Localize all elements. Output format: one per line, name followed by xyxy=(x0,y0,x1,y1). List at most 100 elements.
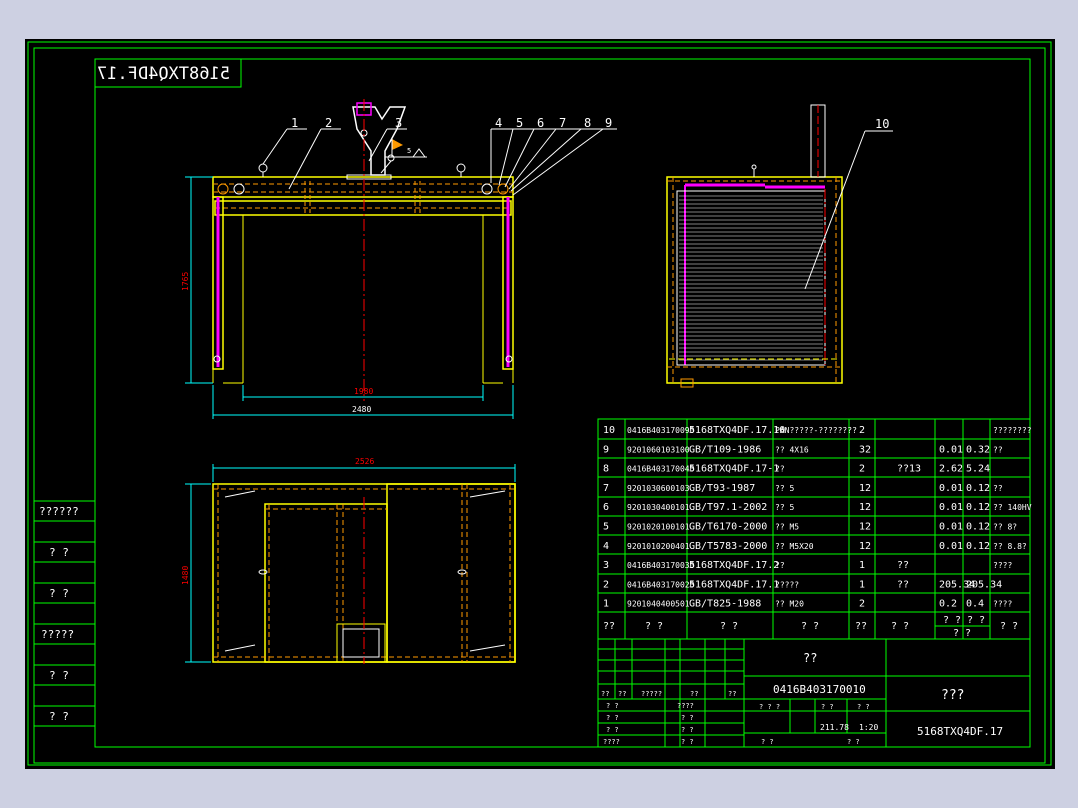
left-margin-labels: ?????? ? ? ? ? ????? ? ? ? ? xyxy=(39,505,79,723)
dim-bottom-width: 2526 xyxy=(355,457,374,466)
bom-cell-note: ?? xyxy=(993,445,1003,454)
weld-flag xyxy=(392,139,403,150)
bom-header-std: ? ? xyxy=(720,621,738,632)
bom-cell-w2: 0.12 xyxy=(966,522,990,533)
bom-cell-qty: 12 xyxy=(859,541,871,552)
sign-label-4: ?? xyxy=(728,690,736,698)
bom-cell-std: GB/T6170-2000 xyxy=(689,522,767,533)
bom-cell-w1: 0.2 xyxy=(939,599,957,610)
sign-label-1: ?? xyxy=(618,690,626,698)
bom-cell-note: ???? xyxy=(993,600,1012,609)
radiator-core xyxy=(676,190,826,366)
bom-cell-name: ?? M5X20 xyxy=(775,542,814,551)
bom-cell-qty: 32 xyxy=(859,444,871,455)
bom-cell-code: 9201060103100 xyxy=(627,445,690,454)
bom-cell-no: 5 xyxy=(603,522,609,533)
bom-cell-mat: ??13 xyxy=(897,464,921,475)
left-row2-1: ? ? xyxy=(681,714,694,722)
bom-cell-w2: 0.12 xyxy=(966,483,990,494)
bom-cell-code: 9201040400501 xyxy=(627,600,690,609)
sheet-label-0: ? ? xyxy=(761,738,774,746)
bom-cell-w2: 205.34 xyxy=(966,579,1002,590)
callout-4: 4 xyxy=(495,116,502,130)
sign-label-3: ?? xyxy=(690,690,698,698)
bom-header: ?? ? ? ? ? ? ? ?? ? ? ? ? ? ? ? ? ? ? xyxy=(603,615,1018,639)
bom-cell-name: ?? 5 xyxy=(775,503,794,512)
left-margin-table xyxy=(34,500,95,727)
bom-rows: 10 0416B4031700905168TXQ4DF.17.10PAN?????… xyxy=(603,425,1032,610)
bom-cell-code: 9201010200401 xyxy=(627,542,690,551)
lift-ring-left xyxy=(258,163,268,173)
left-label-4: ? ? xyxy=(49,669,69,682)
bom-cell-qty: 2 xyxy=(859,464,865,475)
bottom-view: 2526 1480 xyxy=(181,457,516,664)
bom-header-w1: ? ? xyxy=(943,615,961,626)
sheet-label-1: ? ? xyxy=(847,738,860,746)
bom-header-no: ?? xyxy=(603,621,615,632)
callout-10: 10 xyxy=(875,117,889,131)
stage-label-1: ? ? xyxy=(821,703,834,711)
bom-cell-note: ?? 140HV xyxy=(993,503,1032,512)
bom-cell-w1: 0.01 xyxy=(939,522,963,533)
bom-cell-std: GB/T93-1987 xyxy=(689,483,755,494)
callout-7: 7 xyxy=(559,116,566,130)
bom-cell-no: 2 xyxy=(603,579,609,590)
left-label-2: ? ? xyxy=(49,587,69,600)
bom-cell-qty: 1 xyxy=(859,560,865,571)
bom-header-name: ? ? xyxy=(801,621,819,632)
bom-cell-name: PAN?????-???????? xyxy=(775,426,857,435)
bom-cell-no: 9 xyxy=(603,444,609,455)
bom-cell-qty: 12 xyxy=(859,483,871,494)
callout-2: 2 xyxy=(325,116,332,130)
bom-cell-qty: 12 xyxy=(859,522,871,533)
bom-cell-name: ?? xyxy=(775,561,785,570)
title-part-code: 0416B403170010 xyxy=(773,683,866,696)
bom-cell-note: ???????? xyxy=(993,426,1032,435)
dim-inner-width: 1980 xyxy=(354,387,373,396)
bom-cell-no: 8 xyxy=(603,464,609,475)
bom-cell-std: GB/T5783-2000 xyxy=(689,541,767,552)
title-drawing-title: ??? xyxy=(941,688,964,703)
bom-cell-std: 5168TXQ4DF.17-1 xyxy=(689,464,779,475)
bom-cell-name: ?? M5 xyxy=(775,523,799,532)
sign-label-0: ?? xyxy=(601,690,609,698)
left-row2-3: ? ? xyxy=(681,738,694,746)
bom-cell-w1: 0.01 xyxy=(939,444,963,455)
dim-outer-width: 2480 xyxy=(352,405,371,414)
top-beam xyxy=(212,176,514,198)
drawing-frame xyxy=(94,58,1031,748)
bom-cell-code: 0416B403170040 xyxy=(627,465,695,474)
title-drawing-number: 5168TXQ4DF.17 xyxy=(917,725,1003,738)
bom-cell-no: 4 xyxy=(603,541,609,552)
callout-8: 8 xyxy=(584,116,591,130)
stage-label-2: ? ? xyxy=(857,703,870,711)
left-row-1: ? ? xyxy=(606,714,619,722)
bom-cell-code: 9201020100101 xyxy=(627,523,690,532)
drawing-sheet: ?????? ? ? ? ? ????? ? ? ? ? 5168TXQ4DF.… xyxy=(25,39,1055,769)
bom-cell-name: ?? 5 xyxy=(775,484,794,493)
bom-cell-mat: ?? xyxy=(897,560,909,571)
left-label-1: ? ? xyxy=(49,546,69,559)
bom-cell-no: 10 xyxy=(603,425,615,436)
callout-6: 6 xyxy=(537,116,544,130)
dim-height: 1765 xyxy=(181,272,190,291)
bom-header-sub: ? ? xyxy=(953,628,971,639)
front-view: 5 1 2 3 4 5 6 7 8 9 1765 1980 2480 xyxy=(181,99,617,419)
bom-cell-no: 1 xyxy=(603,599,609,610)
bom-cell-no: 3 xyxy=(603,560,609,571)
bom-cell-w2: 0.12 xyxy=(966,541,990,552)
title-weight: 211.78 xyxy=(820,723,849,732)
bom-cell-qty: 2 xyxy=(859,599,865,610)
bom-cell-note: ?? 8.8? xyxy=(993,542,1027,551)
front-leaders xyxy=(262,128,617,196)
title-top: ?? xyxy=(803,651,817,665)
title-scale: 1:20 xyxy=(859,723,878,732)
left-row2-2: ? ? xyxy=(681,726,694,734)
bom-cell-note: ?? xyxy=(993,484,1003,493)
bom-cell-qty: 2 xyxy=(859,425,865,436)
bottom-dimensions xyxy=(185,464,516,663)
callout-5: 5 xyxy=(516,116,523,130)
bom-cell-w2: 0.12 xyxy=(966,502,990,513)
bom-header-mat: ? ? xyxy=(891,621,909,632)
side-view: 10 xyxy=(666,104,893,388)
